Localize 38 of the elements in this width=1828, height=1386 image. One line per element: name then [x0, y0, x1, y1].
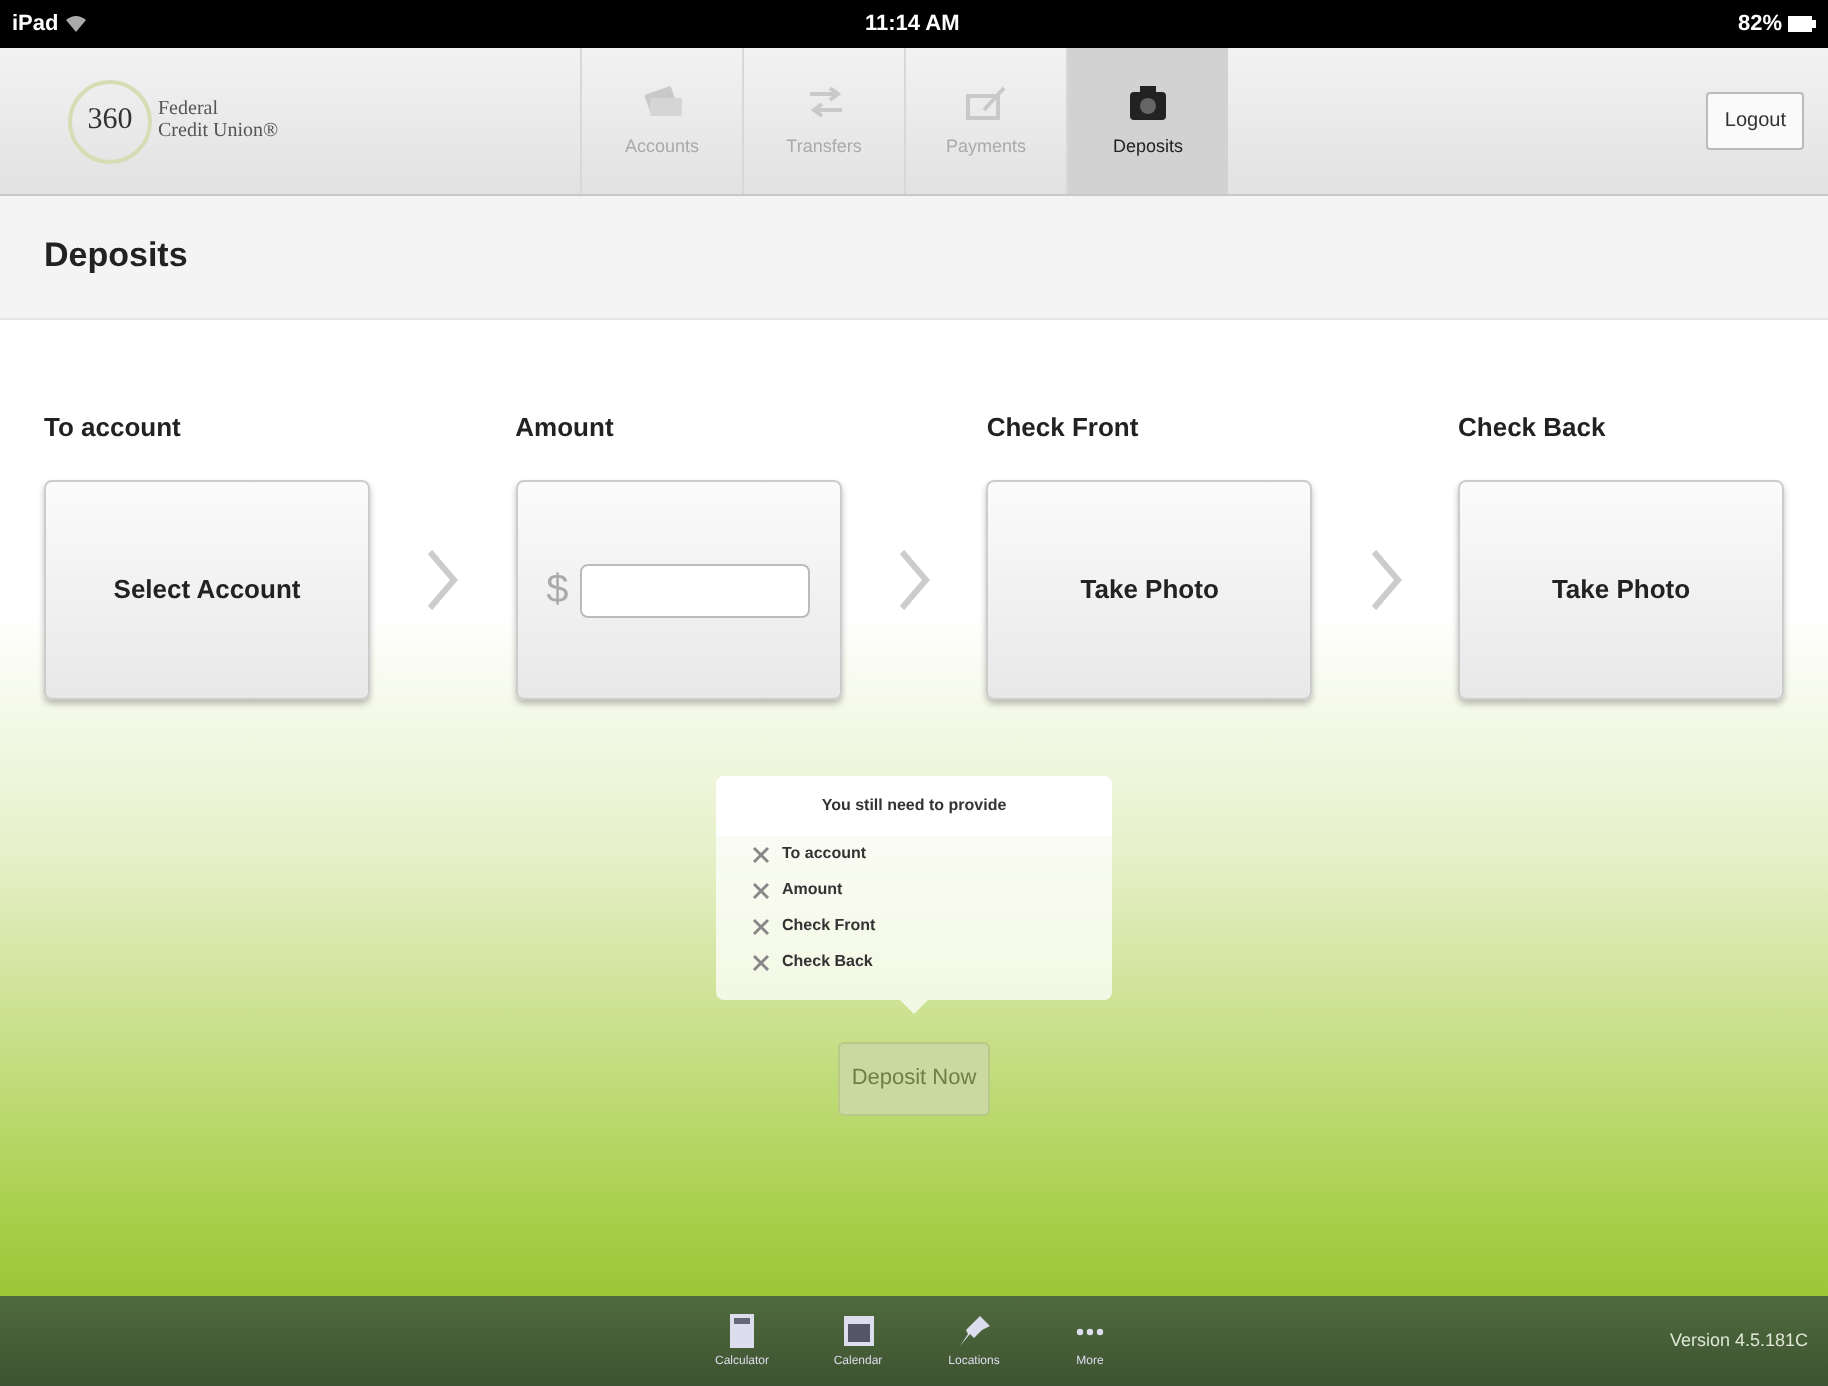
pen-icon — [964, 81, 1008, 122]
popover-title: You still need to provide — [716, 776, 1112, 836]
cross-icon — [752, 953, 770, 971]
cross-icon — [752, 881, 770, 899]
step-label: Check Front — [986, 410, 1141, 440]
missing-item: Check Front — [782, 914, 876, 938]
take-photo-button[interactable]: Take Photo — [986, 480, 1313, 700]
nav-tab[interactable]: Deposits — [1066, 48, 1228, 194]
device-name: iPad — [12, 9, 59, 40]
battery-icon — [1788, 16, 1816, 32]
clock: 11:14 AM — [864, 11, 960, 36]
take-photo-button[interactable]: Take Photo — [1458, 480, 1785, 700]
logout-button[interactable]: Logout — [1706, 92, 1804, 150]
more-icon — [1076, 1327, 1104, 1335]
logo-text: Credit Union® — [158, 121, 279, 142]
calendar-icon — [839, 1311, 877, 1349]
step-label: To account — [44, 410, 183, 440]
select-account-button[interactable]: Select Account — [44, 480, 370, 700]
missing-item: To account — [782, 842, 867, 866]
camera-icon — [1126, 81, 1170, 122]
version-text: Version 4.5.181C — [1669, 1327, 1808, 1354]
cross-icon — [752, 845, 770, 863]
chevron-icon — [898, 548, 930, 612]
cross-icon — [752, 917, 770, 935]
wifi-icon — [66, 16, 87, 32]
cards-icon — [640, 81, 684, 122]
missing-item: Check Back — [782, 950, 873, 974]
logo-text: Federal — [158, 100, 220, 121]
missing-item: Amount — [782, 878, 843, 902]
chevron-icon — [426, 548, 459, 612]
battery-level: 82% — [1737, 9, 1782, 40]
currency-sign: $ — [546, 566, 569, 616]
page-title: Deposits — [44, 236, 188, 278]
step-label: Check Back — [1458, 410, 1608, 440]
step-label: Amount — [515, 410, 616, 440]
logo-ring: 360 — [68, 79, 152, 163]
amount-field[interactable] — [580, 563, 811, 617]
chevron-icon — [1369, 548, 1402, 612]
